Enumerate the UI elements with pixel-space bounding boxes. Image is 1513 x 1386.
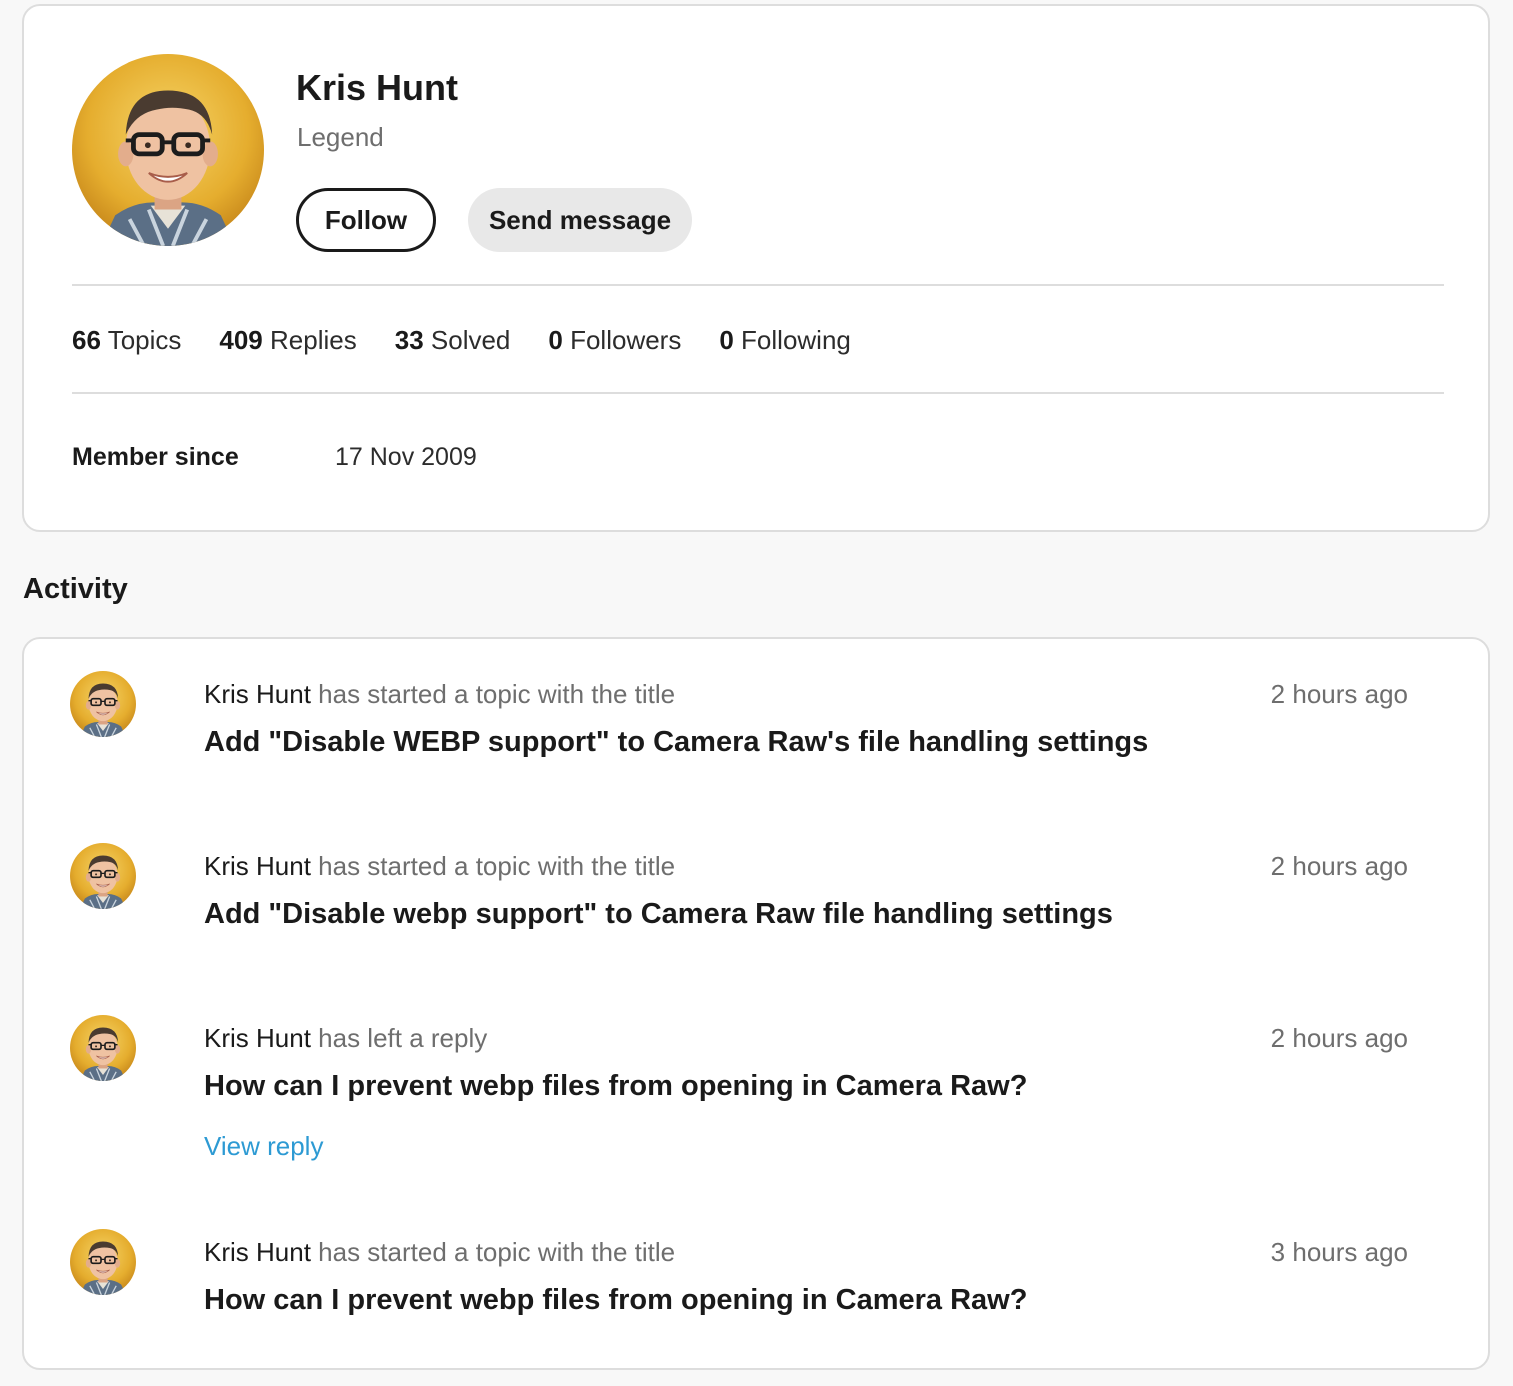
activity-action: has left a reply (318, 1023, 488, 1053)
activity-user-link[interactable]: Kris Hunt (204, 1237, 311, 1267)
activity-avatar[interactable] (70, 843, 136, 909)
activity-user-link[interactable]: Kris Hunt (204, 1023, 311, 1053)
activity-timestamp: 2 hours ago (1270, 1023, 1408, 1053)
profile-card: Kris Hunt Legend Follow Send message 66 … (22, 4, 1490, 532)
profile-stats: 66 Topics 409 Replies 33 Solved 0 Follow… (72, 322, 851, 358)
divider (72, 392, 1444, 394)
activity-description: Kris Hunt has left a reply (204, 1021, 487, 1055)
send-message-button[interactable]: Send message (468, 188, 692, 252)
activity-action: has started a topic with the title (318, 851, 676, 881)
stat-topics[interactable]: 66 Topics (72, 322, 181, 358)
member-since-label: Member since (72, 443, 239, 471)
activity-description: Kris Hunt has started a topic with the t… (204, 1235, 675, 1269)
stat-replies[interactable]: 409 Replies (219, 322, 356, 358)
stat-value: 409 (219, 325, 263, 355)
activity-user-link[interactable]: Kris Hunt (204, 679, 311, 709)
stat-label: Solved (430, 325, 511, 355)
activity-description: Kris Hunt has started a topic with the t… (204, 849, 675, 883)
activity-action: has started a topic with the title (318, 679, 676, 709)
activity-card: Kris Hunt has started a topic with the t… (22, 637, 1490, 1370)
stat-label: Following (741, 325, 851, 355)
member-since-value: 17 Nov 2009 (335, 443, 477, 471)
stat-label: Topics (107, 325, 182, 355)
activity-title-link[interactable]: How can I prevent webp files from openin… (204, 1281, 1027, 1319)
stat-following[interactable]: 0 Following (719, 322, 851, 358)
activity-avatar[interactable] (70, 1015, 136, 1081)
stat-value: 0 (719, 325, 734, 355)
view-reply-link[interactable]: View reply (204, 1129, 323, 1163)
profile-rank: Legend (297, 122, 384, 152)
profile-avatar (72, 54, 264, 246)
activity-timestamp: 2 hours ago (1270, 851, 1408, 881)
activity-user-link[interactable]: Kris Hunt (204, 851, 311, 881)
stat-value: 33 (394, 325, 424, 355)
activity-action: has started a topic with the title (318, 1237, 676, 1267)
activity-title-link[interactable]: Add "Disable webp support" to Camera Raw… (204, 895, 1113, 933)
activity-timestamp: 2 hours ago (1270, 679, 1408, 709)
stat-label: Replies (270, 325, 357, 355)
activity-avatar[interactable] (70, 1229, 136, 1295)
activity-description: Kris Hunt has started a topic with the t… (204, 677, 675, 711)
activity-title-link[interactable]: Add "Disable WEBP support" to Camera Raw… (204, 723, 1148, 761)
activity-heading: Activity (23, 573, 128, 605)
stat-value: 0 (548, 325, 563, 355)
follow-button[interactable]: Follow (296, 188, 436, 252)
stat-solved[interactable]: 33 Solved (395, 322, 511, 358)
stat-value: 66 (72, 325, 101, 355)
stat-followers[interactable]: 0 Followers (548, 322, 681, 358)
activity-avatar[interactable] (70, 671, 136, 737)
profile-name: Kris Hunt (296, 67, 458, 108)
activity-timestamp: 3 hours ago (1270, 1237, 1408, 1267)
activity-title-link[interactable]: How can I prevent webp files from openin… (204, 1067, 1027, 1105)
divider (72, 284, 1444, 286)
stat-label: Followers (570, 325, 682, 355)
